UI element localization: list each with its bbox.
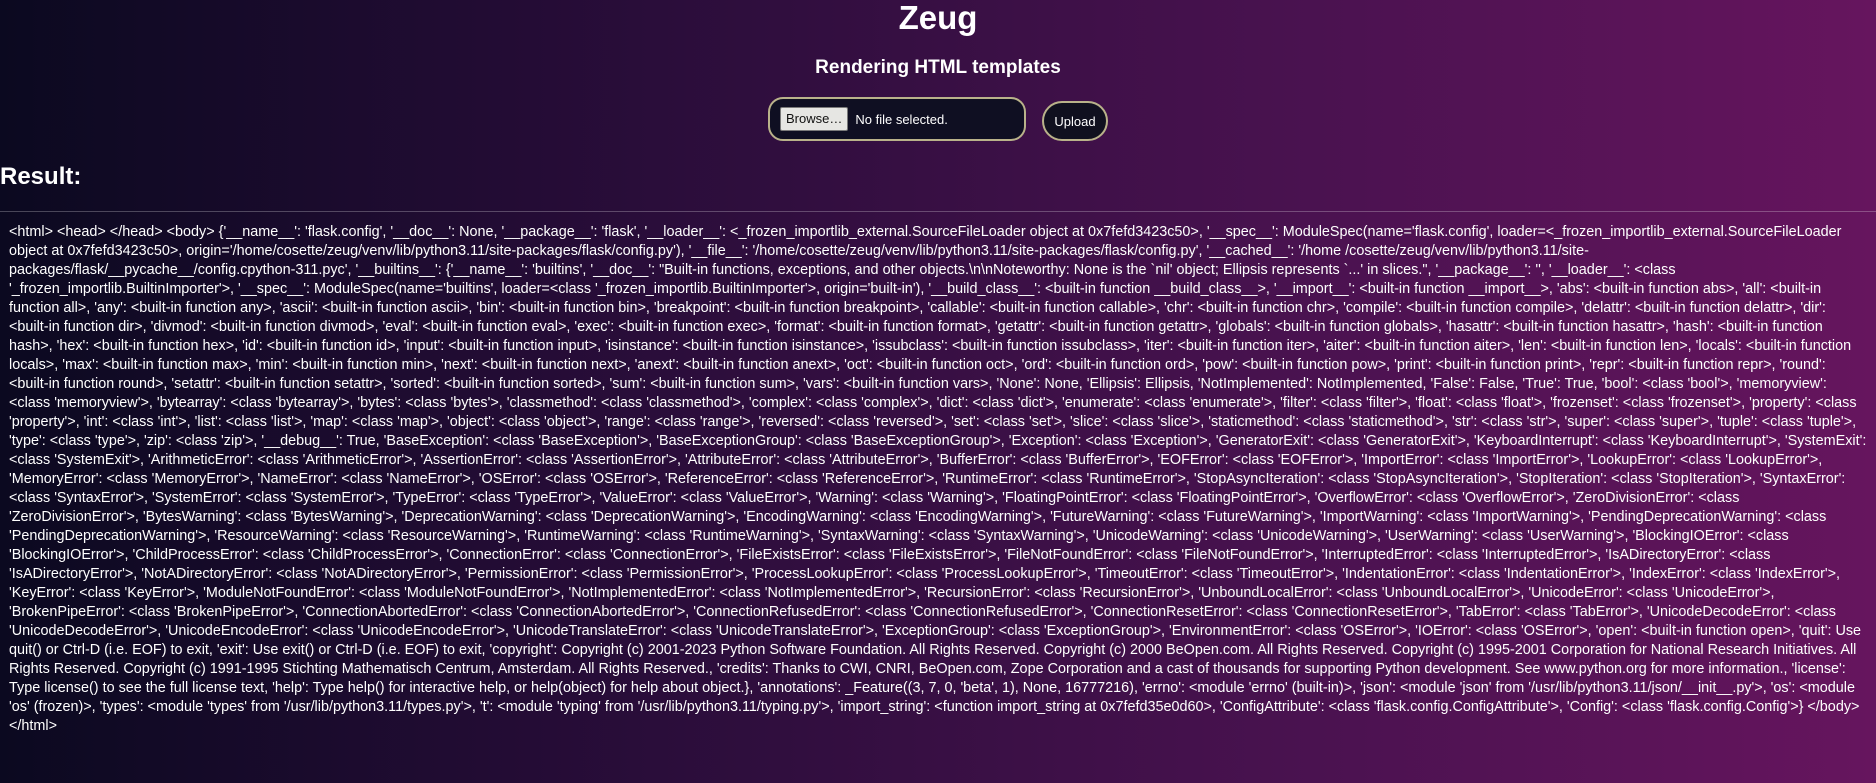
page-subtitle: Rendering HTML templates [815, 57, 1061, 78]
result-heading: Result: [0, 163, 82, 190]
file-input[interactable]: Browse… No file selected. [768, 97, 1026, 141]
result-output-text: <html> <head> </head> <body> {'__name__'… [9, 224, 1867, 734]
upload-button[interactable]: Upload [1042, 101, 1108, 141]
page-title: Zeug [898, 0, 978, 36]
browse-button[interactable]: Browse… [780, 107, 849, 131]
result-divider [0, 211, 1876, 212]
file-status-text: No file selected. [855, 111, 948, 127]
